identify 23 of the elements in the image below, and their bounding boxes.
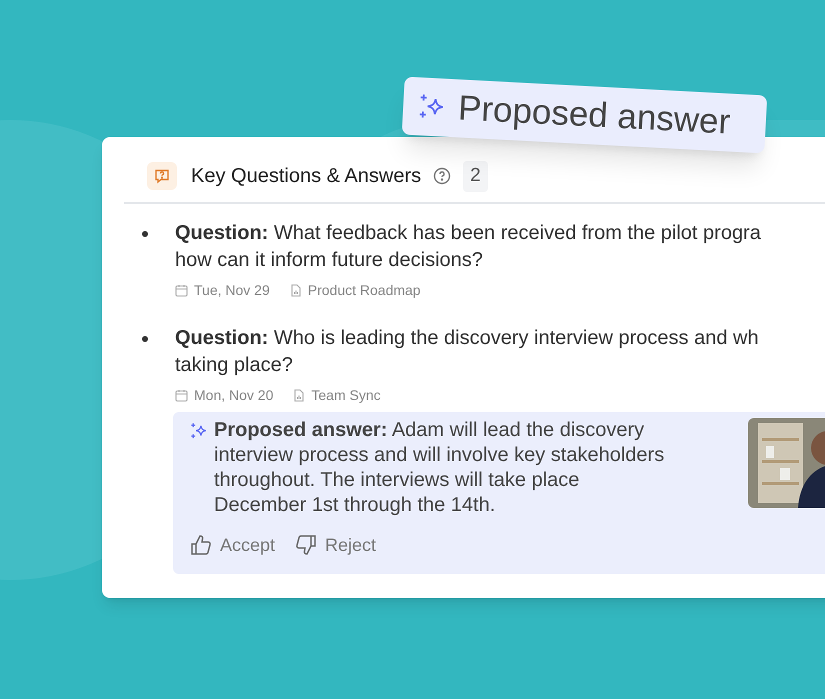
question-text: Question: What feedback has been received from the pilot progra how can it inform future decisions? bbox=[175, 220, 762, 272]
bullet bbox=[142, 336, 148, 342]
document-icon bbox=[293, 388, 306, 402]
accept-button[interactable]: Accept bbox=[190, 532, 276, 558]
meeting-date: Mon, Nov 20 bbox=[194, 386, 274, 404]
question-text: Question: Who is leading the discovery interview process and wh taking place? bbox=[175, 326, 760, 378]
count-badge: 2 bbox=[463, 161, 488, 192]
calendar-icon bbox=[175, 284, 188, 296]
meeting-date: Tue, Nov 29 bbox=[194, 280, 270, 300]
sparkle-icon bbox=[190, 422, 208, 440]
thumbs-up-icon bbox=[190, 534, 212, 556]
meeting-source: Team Sync bbox=[311, 386, 381, 405]
reject-button[interactable]: Reject bbox=[295, 532, 376, 558]
thumbs-down-icon bbox=[295, 534, 318, 556]
document-icon bbox=[290, 284, 302, 296]
calendar-icon bbox=[175, 388, 188, 402]
section-title: Key Questions & Answers bbox=[191, 164, 422, 190]
help-icon[interactable] bbox=[433, 167, 452, 186]
question-chat-icon bbox=[147, 162, 177, 190]
meeting-source: Product Roadmap bbox=[308, 280, 421, 300]
bullet bbox=[142, 230, 148, 236]
answer-text: Proposed answer: Adam will lead the discovery interview process and will involve key stakeholders throughout. The interviews will take place December 1st through the 14th. bbox=[214, 418, 666, 518]
badge-label: Proposed answer bbox=[456, 87, 732, 144]
